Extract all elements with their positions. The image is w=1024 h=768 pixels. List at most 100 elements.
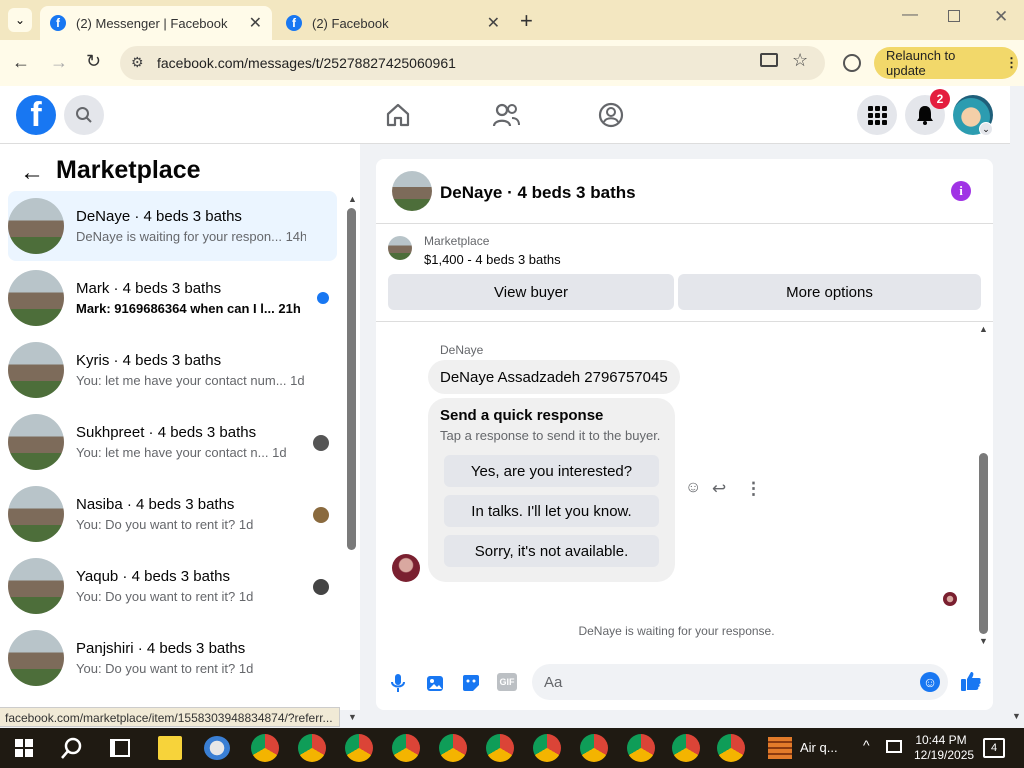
relaunch-button[interactable]: Relaunch to update ⋮ (874, 47, 1018, 79)
photo-icon[interactable] (425, 673, 445, 693)
network-icon[interactable] (886, 740, 902, 753)
sticky-notes-icon[interactable] (158, 736, 182, 760)
chat-scroll-up-icon[interactable]: ▲ (979, 324, 988, 334)
more-options-button[interactable]: More options (678, 274, 981, 310)
friends-icon[interactable] (492, 102, 520, 128)
close-tab-icon[interactable]: ✕ (249, 13, 262, 33)
link-status-bar: facebook.com/marketplace/item/1558303948… (0, 707, 340, 727)
conversation-preview: You: let me have your contact n... 1d (76, 445, 306, 460)
scroll-up-icon[interactable]: ▲ (348, 194, 357, 204)
home-icon[interactable] (385, 102, 411, 128)
message-bubble[interactable]: DeNaye Assadzadeh 2796757045 (428, 360, 680, 394)
facebook-logo-icon[interactable]: f (16, 95, 56, 135)
gif-icon[interactable]: GIF (497, 673, 517, 691)
message-input[interactable]: Aa ☺ (532, 664, 948, 700)
quick-response-not-available[interactable]: Sorry, it's not available. (444, 535, 659, 567)
profile-icon[interactable] (843, 54, 861, 72)
emoji-icon[interactable]: ☺ (920, 672, 940, 692)
chrome-icon[interactable] (627, 734, 655, 762)
app-icon[interactable] (204, 736, 230, 760)
view-buyer-button[interactable]: View buyer (388, 274, 674, 310)
search-button[interactable] (64, 95, 104, 135)
thumbs-up-icon[interactable] (960, 670, 982, 692)
chrome-icon[interactable] (486, 734, 514, 762)
conversation-item[interactable]: Yaqub · 4 beds 3 baths You: Do you want … (8, 551, 337, 621)
react-emoji-icon[interactable]: ☺ (685, 479, 701, 497)
preview-text: You: Do you want to rent it? (76, 589, 236, 604)
facebook-favicon-icon: f (286, 15, 302, 31)
chrome-icon[interactable] (251, 734, 279, 762)
message-more-icon[interactable]: ⋮ (745, 479, 762, 499)
chat-scroll-down-icon[interactable]: ▼ (979, 636, 988, 646)
back-arrow-icon[interactable]: ← (20, 159, 44, 187)
preview-time: 1d (238, 517, 254, 532)
facebook-top-nav: f 2 ⌄ (0, 86, 1010, 144)
tab-facebook[interactable]: f (2) Facebook ✕ (276, 6, 510, 40)
restore-icon[interactable] (948, 10, 960, 22)
close-tab-icon[interactable]: ✕ (487, 13, 500, 33)
minimize-icon[interactable]: — (902, 6, 918, 24)
taskbar-app-label[interactable]: Air q... (800, 740, 838, 755)
scroll-down-icon[interactable]: ▼ (348, 712, 357, 722)
chevron-down-icon[interactable]: ⌄ (979, 122, 993, 136)
unread-dot (317, 292, 329, 304)
forward-icon[interactable]: → (50, 52, 68, 73)
install-app-icon[interactable] (760, 53, 778, 67)
groups-icon[interactable] (598, 102, 624, 128)
sticker-icon[interactable] (461, 673, 481, 693)
bookmark-star-icon[interactable]: ☆ (792, 50, 808, 71)
conversation-item[interactable]: Sukhpreet · 4 beds 3 baths You: let me h… (8, 407, 337, 477)
page-scrollbar[interactable]: ▼ (1010, 86, 1024, 727)
scrollbar-thumb[interactable] (347, 208, 356, 550)
task-view-icon[interactable] (110, 739, 130, 757)
microphone-icon[interactable] (391, 673, 405, 693)
tab-search-icon[interactable]: ⌄ (8, 8, 32, 32)
conversation-item[interactable]: Kyris · 4 beds 3 baths You: let me have … (8, 335, 337, 405)
url-bar[interactable]: ⚙ facebook.com/messages/t/25278827425060… (120, 46, 825, 80)
chrome-icon[interactable] (672, 734, 700, 762)
chat-scrollbar-thumb[interactable] (979, 453, 988, 634)
conversation-item[interactable]: Mark · 4 beds 3 baths Mark: 9169686364 w… (8, 263, 337, 333)
chrome-icon[interactable] (392, 734, 420, 762)
conversation-item[interactable]: Nasiba · 4 beds 3 baths You: Do you want… (8, 479, 337, 549)
chrome-icon[interactable] (533, 734, 561, 762)
chat-title[interactable]: DeNaye · 4 beds 3 baths (440, 183, 636, 203)
taskbar-clock[interactable]: 10:44 PM 12/19/2025 (914, 733, 974, 763)
listing-thumbnail (8, 558, 64, 614)
chevron-up-icon[interactable]: ^ (863, 737, 870, 753)
preview-text: You: let me have your contact num... (76, 373, 287, 388)
listing-thumbnail (8, 486, 64, 542)
read-receipt-avatar (313, 507, 329, 523)
notification-center-icon[interactable]: 4 (983, 738, 1005, 758)
reload-icon[interactable]: ↻ (86, 51, 101, 72)
chrome-icon[interactable] (439, 734, 467, 762)
tab-messenger[interactable]: f (2) Messenger | Facebook ✕ (40, 6, 272, 40)
menu-button[interactable] (857, 95, 897, 135)
listing-title[interactable]: $1,400 - 4 beds 3 baths (424, 252, 561, 267)
menu-dots-icon[interactable]: ⋮ (1005, 55, 1018, 71)
page-scroll-down-icon[interactable]: ▼ (1012, 711, 1021, 721)
info-icon[interactable]: i (951, 181, 971, 201)
seen-avatar (943, 592, 957, 606)
chrome-icon[interactable] (345, 734, 373, 762)
air-quality-icon[interactable] (768, 737, 792, 759)
conversation-item[interactable]: Panjshiri · 4 beds 3 baths You: Do you w… (8, 623, 337, 693)
site-info-icon[interactable]: ⚙ (131, 54, 144, 71)
quick-response-in-talks[interactable]: In talks. I'll let you know. (444, 495, 659, 527)
quick-response-yes[interactable]: Yes, are you interested? (444, 455, 659, 487)
windows-start-icon[interactable] (15, 739, 33, 757)
conversation-name: Panjshiri · 4 beds 3 baths (76, 640, 246, 657)
chrome-icon[interactable] (580, 734, 608, 762)
back-icon[interactable]: ← (12, 52, 30, 73)
chrome-icon[interactable] (298, 734, 326, 762)
taskbar-search-icon[interactable] (60, 736, 84, 760)
new-tab-icon[interactable]: + (520, 8, 533, 34)
conversation-preview: DeNaye is waiting for your respon... 14h (76, 229, 306, 244)
conversation-item[interactable]: DeNaye · 4 beds 3 baths DeNaye is waitin… (8, 191, 337, 261)
reply-icon[interactable]: ↩ (712, 479, 726, 499)
chrome-icon[interactable] (717, 734, 745, 762)
browser-tab-bar: ⌄ f (2) Messenger | Facebook ✕ f (2) Fac… (0, 0, 1024, 40)
preview-text: You: Do you want to rent it? (76, 517, 236, 532)
divider (376, 223, 993, 224)
close-window-icon[interactable]: ✕ (994, 7, 1008, 27)
